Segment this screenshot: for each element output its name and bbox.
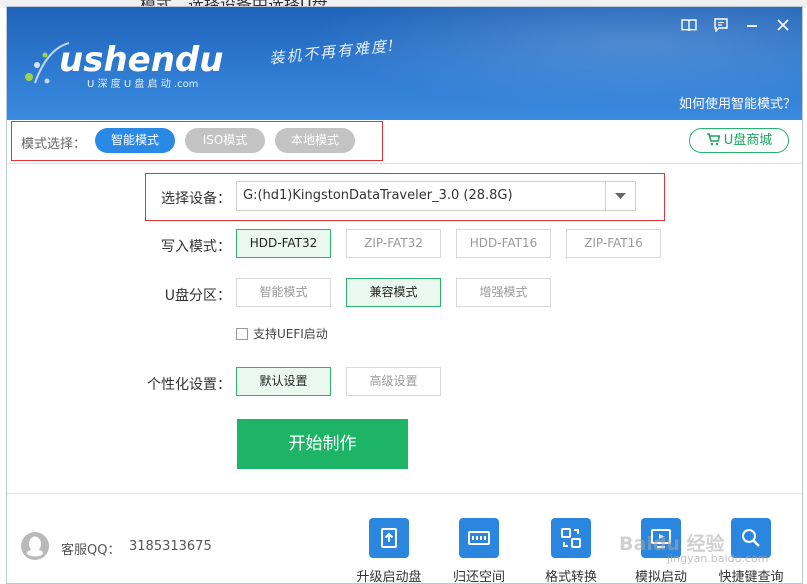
app-window: ushendu U 深 度 U 盘 启 动 .com 装机不再有难度! 如何使用… [6,6,803,584]
uefi-checkbox[interactable]: 支持UEFI启动 [236,325,328,342]
restore-space-icon [459,518,499,558]
tool-simulate-boot-label: 模拟启动 [634,570,687,584]
partition-compatible[interactable]: 兼容模式 [346,278,441,307]
personal-settings-label: 个性化设置： [147,377,231,393]
u-disk-shop-button[interactable]: U盘商城 [689,128,789,153]
book-icon[interactable] [679,17,699,35]
ushendu-logo: ushendu U 深 度 U 盘 启 动 .com [17,29,257,99]
partition-label: U盘分区： [164,288,231,304]
tool-restore-space-label: 归还空间 [452,570,505,584]
tool-restore-space[interactable]: 归还空间 [439,518,519,584]
shop-label: U盘商城 [723,133,773,148]
dropdown-arrow[interactable] [605,182,635,210]
help-link[interactable]: 如何使用智能模式？ [679,93,796,112]
logo-subtext: U 深 度 U 盘 启 动 .com [87,77,198,90]
mode-local-button[interactable]: 本地模式 [275,128,355,153]
close-icon[interactable] [773,17,793,35]
start-make-button[interactable]: 开始制作 [237,419,408,469]
tool-format-convert[interactable]: 格式转换 [531,518,611,584]
message-icon[interactable] [711,17,731,35]
tool-upgrade[interactable]: 升级启动盘 [349,518,429,584]
cart-icon [706,133,721,146]
partition-smart[interactable]: 智能模式 [236,278,331,307]
device-label: 选择设备： [161,191,231,207]
qq-icon [21,532,49,560]
write-mode-zip-fat16[interactable]: ZIP-FAT16 [566,229,661,258]
qq-number[interactable]: 3185313675 [129,539,212,554]
write-mode-label: 写入模式： [161,239,231,255]
personal-default[interactable]: 默认设置 [236,367,331,396]
tool-upgrade-label: 升级启动盘 [356,570,422,584]
uefi-label: 支持UEFI启动 [253,327,328,341]
write-mode-hdd-fat16[interactable]: HDD-FAT16 [456,229,551,258]
upgrade-icon [369,518,409,558]
mode-label: 模式选择： [21,137,87,152]
mode-smart-button[interactable]: 智能模式 [95,128,175,153]
format-convert-icon [551,518,591,558]
write-mode-zip-fat32[interactable]: ZIP-FAT32 [346,229,441,258]
mode-iso-button[interactable]: ISO模式 [185,128,265,153]
checkbox-icon[interactable] [236,328,248,340]
device-value: G:(hd1)KingstonDataTraveler_3.0 (28.8G) [243,188,513,203]
personal-advanced[interactable]: 高级设置 [346,367,441,396]
tool-shortcut-search-label: 快捷键查询 [718,570,784,584]
device-select[interactable]: G:(hd1)KingstonDataTraveler_3.0 (28.8G) [236,181,636,211]
chevron-down-icon [615,193,626,199]
minimize-icon[interactable] [742,17,762,35]
tool-format-convert-label: 格式转换 [544,570,597,584]
logo-wordmark: ushendu [59,40,223,80]
qq-label: 客服QQ： [61,543,121,558]
write-mode-hdd-fat32[interactable]: HDD-FAT32 [236,229,331,258]
baidu-watermark-url: jingyan.baidu.com [667,552,769,565]
partition-enhanced[interactable]: 增强模式 [456,278,551,307]
mode-bar: 模式选择： 智能模式 ISO模式 本地模式 U盘商城 [7,120,802,164]
app-header: ushendu U 深 度 U 盘 启 动 .com 装机不再有难度! 如何使用… [7,7,802,120]
